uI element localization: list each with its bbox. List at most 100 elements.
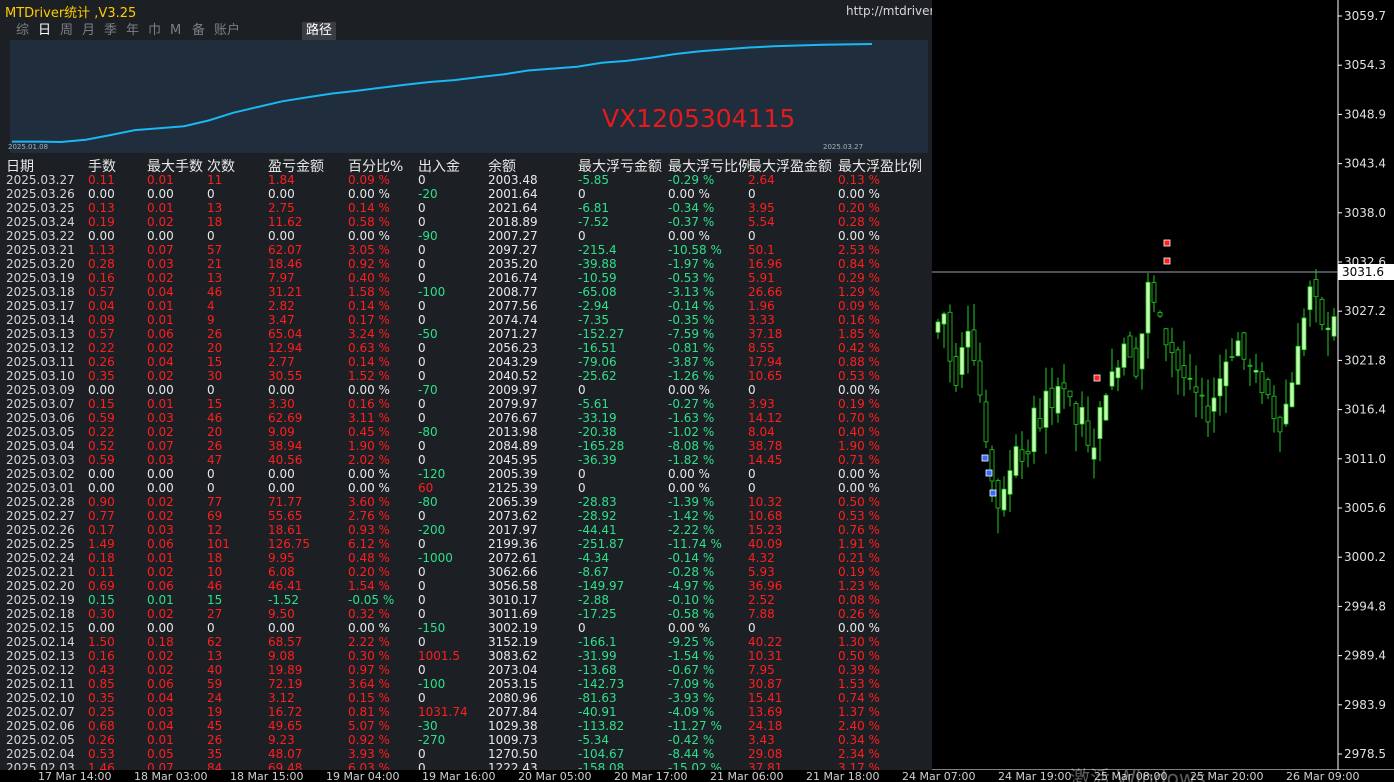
table-row[interactable]: 2025.02.11 0.85 0.06 59 72.19 3.64 % -100 2053.… <box>0 677 932 691</box>
cell-8: -33.19 <box>578 411 617 425</box>
cell-0: 2025.03.26 <box>6 187 75 201</box>
table-row[interactable]: 2025.02.24 0.18 0.01 18 9.95 0.48 % -1000 2072.… <box>0 551 932 565</box>
cell-9: -0.27 % <box>668 397 715 411</box>
table-row[interactable]: 2025.02.18 0.30 0.02 27 9.50 0.32 % 0 3011.69 -1… <box>0 607 932 621</box>
table-row[interactable]: 2025.03.04 0.52 0.07 26 38.94 1.90 % 0 2084.89 -… <box>0 439 932 453</box>
table-row[interactable]: 2025.03.22 0.00 0.00 0 0.00 0.00 % -90 2007.27 0… <box>0 229 932 243</box>
table-row[interactable]: 2025.02.07 0.25 0.03 19 16.72 0.81 % 1031.74 20… <box>0 705 932 719</box>
table-row[interactable]: 2025.03.27 0.11 0.01 11 1.84 0.09 % 0 2003.48 -5… <box>0 173 932 187</box>
cell-8: -251.87 <box>578 537 625 551</box>
tab-4[interactable]: 季 <box>104 22 126 40</box>
table-row[interactable]: 2025.03.26 0.00 0.00 0 0.00 0.00 % -20 2001.64 0… <box>0 187 932 201</box>
cell-4: 3.47 <box>268 313 295 327</box>
cell-5: 0.00 % <box>348 621 390 635</box>
cell-9: 0.00 % <box>668 187 710 201</box>
price-label: 3048.9 <box>1344 107 1386 121</box>
table-row[interactable]: 2025.03.20 0.28 0.03 21 18.46 0.92 % 0 2035.20 -… <box>0 257 932 271</box>
table-row[interactable]: 2025.02.06 0.68 0.04 45 49.65 5.07 % -30 1029.3… <box>0 719 932 733</box>
table-row[interactable]: 2025.02.20 0.69 0.06 46 46.41 1.54 % 0 3056.58 -… <box>0 579 932 593</box>
candle-body <box>1265 379 1271 396</box>
cell-11: 1.23 % <box>838 579 880 593</box>
tab-7[interactable]: M <box>170 22 192 40</box>
tab-0[interactable]: 综 <box>16 22 38 40</box>
cell-9: -7.59 % <box>668 327 715 341</box>
table-row[interactable]: 2025.03.02 0.00 0.00 0 0.00 0.00 % -120 2005.39… <box>0 467 932 481</box>
cell-2: 0.02 <box>147 663 174 677</box>
cell-11: 0.40 % <box>838 425 880 439</box>
cell-5: 1.90 % <box>348 439 390 453</box>
table-row[interactable]: 2025.02.04 0.53 0.05 35 48.07 3.93 % 0 1270.50 -… <box>0 747 932 761</box>
cell-0: 2025.02.19 <box>6 593 75 607</box>
table-row[interactable]: 2025.02.21 0.11 0.02 10 6.08 0.20 % 0 3062.66 -8… <box>0 565 932 579</box>
tab-5[interactable]: 年 <box>126 22 148 40</box>
table-row[interactable]: 2025.02.28 0.90 0.02 77 71.77 3.60 % -80 2065.3… <box>0 495 932 509</box>
cell-5: 3.24 % <box>348 327 390 341</box>
table-row[interactable]: 2025.03.03 0.59 0.03 47 40.56 2.02 % 0 2045.95 -… <box>0 453 932 467</box>
cell-4: 2.75 <box>268 201 295 215</box>
cell-4: 2.77 <box>268 355 295 369</box>
cell-5: 0.16 % <box>348 397 390 411</box>
table-row[interactable]: 2025.03.21 1.13 0.07 57 62.07 3.05 % 0 2097.27 -… <box>0 243 932 257</box>
table-row[interactable]: 2025.02.27 0.77 0.02 69 55.65 2.76 % 0 2073.62 -… <box>0 509 932 523</box>
cell-7: 2017.97 <box>488 523 538 537</box>
candle-body <box>947 311 953 362</box>
table-row[interactable]: 2025.03.05 0.22 0.02 20 9.09 0.45 % -80 2013.98… <box>0 425 932 439</box>
candle-body <box>1091 447 1097 460</box>
table-row[interactable]: 2025.03.11 0.26 0.04 15 2.77 0.14 % 0 2043.29 -7… <box>0 355 932 369</box>
table-row[interactable]: 2025.03.18 0.57 0.04 46 31.21 1.58 % -100 2008.… <box>0 285 932 299</box>
table-row[interactable]: 2025.02.13 0.16 0.02 13 9.08 0.30 % 1001.5 3083… <box>0 649 932 663</box>
cell-0: 2025.03.22 <box>6 229 75 243</box>
table-row[interactable]: 2025.02.15 0.00 0.00 0 0.00 0.00 % -150 3002.19… <box>0 621 932 635</box>
table-row[interactable]: 2025.02.05 0.26 0.01 26 9.23 0.92 % -270 1009.7… <box>0 733 932 747</box>
cell-9: -0.37 % <box>668 215 715 229</box>
cell-2: 0.02 <box>147 649 174 663</box>
table-row[interactable]: 2025.02.19 0.15 0.01 15 -1.52 -0.05 % 0 3010.17… <box>0 593 932 607</box>
cell-5: 0.14 % <box>348 299 390 313</box>
website-link[interactable]: http://mtdriver.cn <box>846 4 932 18</box>
cell-3: 46 <box>207 285 223 299</box>
cell-9: -1.42 % <box>668 509 715 523</box>
table-row[interactable]: 2025.02.10 0.35 0.04 24 3.12 0.15 % 0 2080.96 -8… <box>0 691 932 705</box>
table-row[interactable]: 2025.02.12 0.43 0.02 40 19.89 0.97 % 0 2073.04 -… <box>0 663 932 677</box>
table-row[interactable]: 2025.02.14 1.50 0.18 62 68.57 2.22 % 0 3152.19 -… <box>0 635 932 649</box>
cell-7: 2077.56 <box>488 299 538 313</box>
table-row[interactable]: 2025.03.25 0.13 0.01 13 2.75 0.14 % 0 2021.64 -6… <box>0 201 932 215</box>
table-row[interactable]: 2025.03.24 0.19 0.02 18 11.62 0.58 % 0 2018.89 -… <box>0 215 932 229</box>
table-row[interactable]: 2025.03.07 0.15 0.01 15 3.30 0.16 % 0 2079.97 -5… <box>0 397 932 411</box>
price-chart[interactable]: 3059.7 3054.3 3048.9 3043.4 3038.0 3032.6 3027… <box>932 0 1394 782</box>
table-row[interactable]: 2025.03.12 0.22 0.02 20 12.94 0.63 % 0 2056.23 -… <box>0 341 932 355</box>
cell-3: 20 <box>207 341 223 355</box>
cell-7: 2073.62 <box>488 509 538 523</box>
cell-1: 0.35 <box>88 369 115 383</box>
tab-2[interactable]: 周 <box>60 22 82 40</box>
cell-5: 0.32 % <box>348 607 390 621</box>
cell-3: 35 <box>207 747 223 761</box>
cell-6: -80 <box>418 495 438 509</box>
table-row[interactable]: 2025.03.10 0.35 0.02 30 30.55 1.52 % 0 2040.52 -… <box>0 369 932 383</box>
table-row[interactable]: 2025.03.19 0.16 0.02 13 7.97 0.40 % 0 2016.74 -1… <box>0 271 932 285</box>
table-row[interactable]: 2025.03.14 0.09 0.01 9 3.47 0.17 % 0 2074.74 -7.… <box>0 313 932 327</box>
tab-9[interactable]: 账户 <box>214 22 254 40</box>
table-row[interactable]: 2025.03.17 0.04 0.01 4 2.82 0.14 % 0 2077.56 -2.… <box>0 299 932 313</box>
table-row[interactable]: 2025.03.09 0.00 0.00 0 0.00 0.00 % -70 2009.97 0… <box>0 383 932 397</box>
cell-9: -11.27 % <box>668 719 722 733</box>
table-row[interactable]: 2025.02.25 1.49 0.06 101 126.75 6.12 % 0 2199.3… <box>0 537 932 551</box>
tab-3[interactable]: 月 <box>82 22 104 40</box>
cell-6: 0 <box>418 369 426 383</box>
table-row[interactable]: 2025.03.06 0.59 0.03 46 62.69 3.11 % 0 2076.67 -… <box>0 411 932 425</box>
table-row[interactable]: 2025.02.26 0.17 0.03 12 18.61 0.93 % -200 2017.… <box>0 523 932 537</box>
cell-10: 30.87 <box>748 677 783 691</box>
candlestick-chart-svg[interactable]: 3059.73054.33048.93043.43038.03032.63027… <box>932 0 1394 782</box>
tab-1[interactable]: 日 <box>38 22 60 40</box>
tab-6[interactable]: 巾 <box>148 22 170 40</box>
tab-8[interactable]: 备 <box>192 22 214 40</box>
statistics-panel: MTDriver统计 ,V3.25 http://mtdriver.cn 综日周… <box>0 0 932 770</box>
table-row[interactable]: 2025.02.03 1.46 0.07 84 69.48 6.03 % 0 1222.43 -… <box>0 761 932 770</box>
cell-10: 0 <box>748 187 756 201</box>
cell-7: 2072.61 <box>488 551 538 565</box>
tab-path[interactable]: 路径 <box>302 22 336 40</box>
cell-3: 46 <box>207 411 223 425</box>
cell-2: 0.02 <box>147 565 174 579</box>
table-row[interactable]: 2025.03.13 0.57 0.06 26 65.04 3.24 % -50 2071.2… <box>0 327 932 341</box>
table-row[interactable]: 2025.03.01 0.00 0.00 0 0.00 0.00 % 60 2125.39 0 0… <box>0 481 932 495</box>
